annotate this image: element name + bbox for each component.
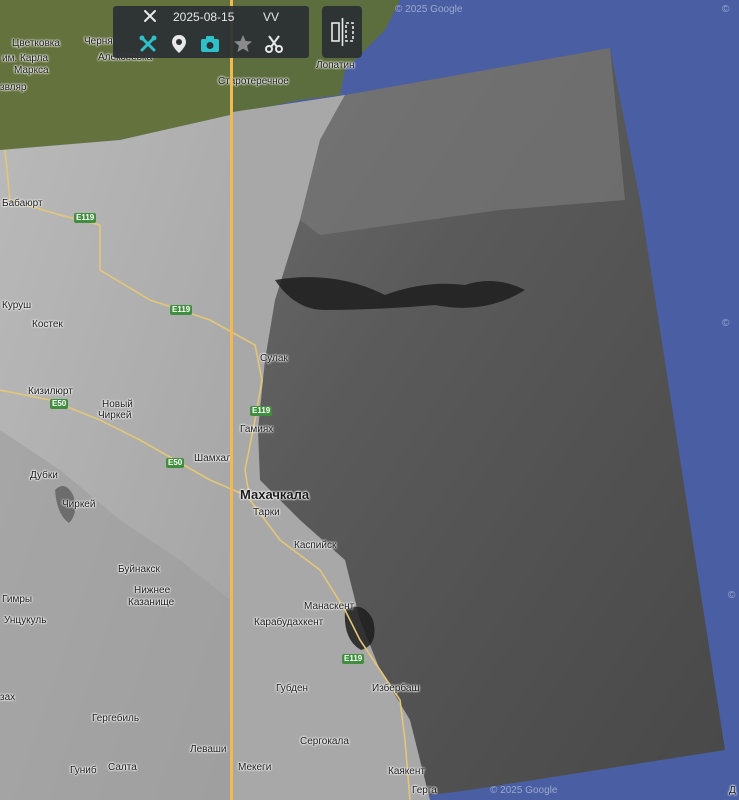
place-label: Избербаш: [372, 683, 420, 694]
place-label: звляр: [0, 82, 27, 93]
place-label: Буйнакск: [118, 564, 160, 575]
place-label: Гамиях: [240, 424, 274, 435]
place-label: Тарки: [253, 507, 280, 518]
road-shield: E50: [50, 399, 69, 409]
tools-icon[interactable]: [143, 9, 157, 23]
place-label: Салта: [108, 762, 137, 773]
road-shield: E119: [342, 654, 365, 664]
place-label: Герга: [412, 785, 437, 796]
place-label: Гимры: [2, 594, 33, 605]
place-label: Маркса: [14, 65, 49, 76]
place-label: Цветковка: [12, 38, 60, 49]
place-label: Кизилюрт: [28, 386, 73, 397]
scissors-icon[interactable]: [263, 33, 285, 55]
road-shield: E119: [250, 406, 273, 416]
tools-icon[interactable]: [137, 33, 159, 55]
place-label: Казанище: [128, 597, 175, 608]
image-date[interactable]: 2025-08-15: [173, 10, 234, 24]
place-label: Сулак: [260, 353, 288, 364]
place-label: Шамхал: [194, 453, 232, 464]
place-label: Новый: [102, 399, 133, 410]
place-label: Каякент: [388, 766, 425, 777]
road-shield: E50: [166, 458, 185, 468]
place-label: Манаскент: [304, 601, 355, 612]
place-label: Каспийск: [294, 540, 337, 551]
map-attribution-right: ©: [722, 4, 730, 15]
road-shield: E119: [74, 213, 97, 223]
place-label: Губден: [276, 683, 309, 694]
place-label: Д: [729, 785, 736, 796]
compare-icon: [331, 18, 354, 46]
swipe-divider[interactable]: [230, 0, 233, 800]
place-label: Лопатин: [316, 60, 355, 71]
place-label: Карабудахкент: [254, 617, 324, 628]
place-label: Унцукуль: [4, 615, 47, 626]
polarization-select[interactable]: VV: [263, 10, 279, 24]
place-label: Чиркей: [62, 499, 96, 510]
place-label: Костек: [32, 319, 63, 330]
city-label-makhachkala: Махачкала: [240, 487, 310, 502]
place-label: зах: [0, 692, 16, 703]
map-attribution-right: ©: [722, 318, 730, 329]
place-label: Нижнее: [134, 585, 171, 596]
map-attribution-right: ©: [728, 590, 736, 601]
road-shield: E119: [170, 305, 193, 315]
place-label: Старотеречное: [218, 76, 289, 87]
place-label: Мекеги: [238, 762, 272, 773]
image-toolbar: 2025-08-15 VV: [113, 6, 309, 58]
place-label: Дубки: [30, 470, 58, 481]
place-label: Сергокала: [300, 736, 349, 747]
place-label: Черня: [84, 36, 113, 47]
place-label: Бабаюрт: [2, 198, 43, 209]
place-label: им. Карла: [2, 53, 49, 64]
map-attribution-bottom: © 2025 Google: [490, 785, 558, 796]
pin-icon[interactable]: [168, 33, 190, 55]
place-label: Гуниб: [70, 765, 97, 776]
place-label: Леваши: [190, 744, 227, 755]
map-attribution-top: © 2025 Google: [395, 4, 463, 15]
place-label: Чиркей: [98, 410, 132, 421]
place-label: Куруш: [2, 300, 32, 311]
star-icon[interactable]: [232, 33, 254, 55]
camera-icon[interactable]: [199, 33, 221, 55]
swipe-compare-button[interactable]: [322, 6, 362, 58]
place-label: Гергебиль: [92, 713, 140, 724]
